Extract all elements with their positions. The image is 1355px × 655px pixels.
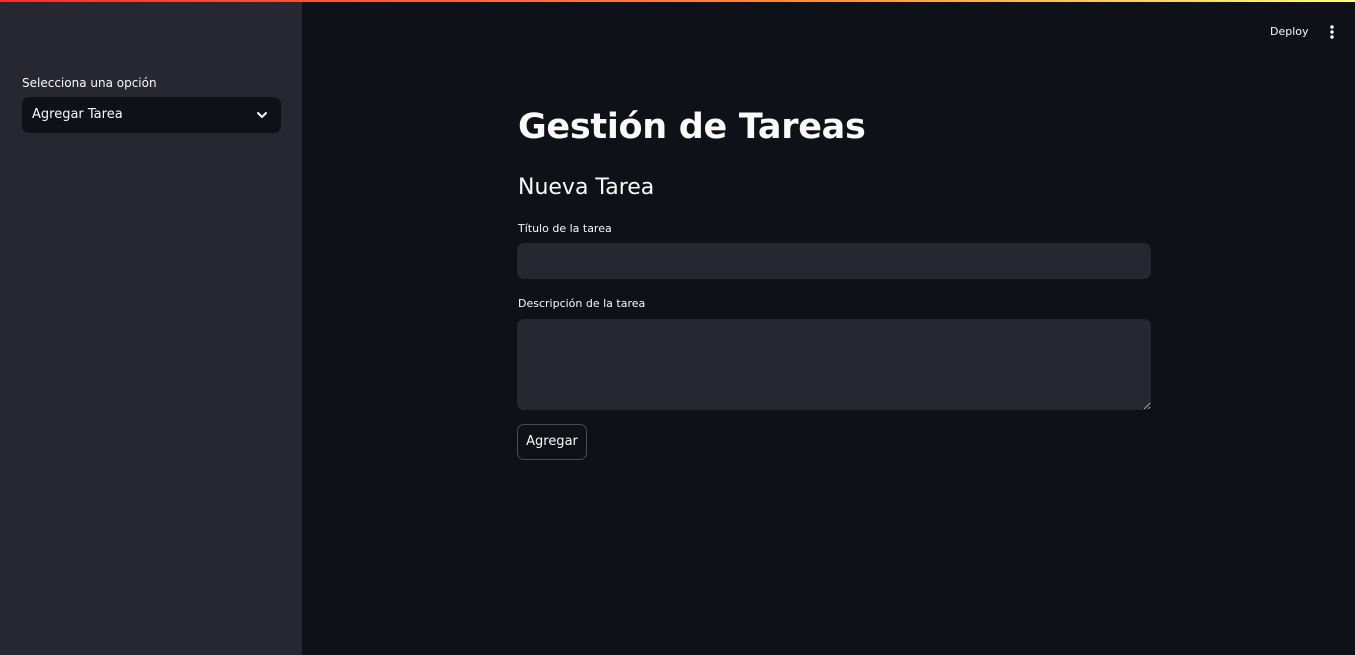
- chevron-down-icon: [257, 112, 267, 118]
- section-title: Nueva Tarea: [518, 175, 655, 200]
- task-title-label: Título de la tarea: [518, 222, 612, 235]
- sidebar: Selecciona una opción Agregar Tarea: [0, 0, 302, 655]
- option-select[interactable]: Agregar Tarea: [22, 97, 281, 133]
- task-description-textarea[interactable]: [517, 319, 1151, 410]
- task-title-input[interactable]: [517, 243, 1151, 279]
- option-select-label: Selecciona una opción: [22, 76, 157, 90]
- vertical-ellipsis-icon[interactable]: [1322, 22, 1342, 42]
- app-top-accent-bar: [0, 0, 1355, 2]
- option-select-value: Agregar Tarea: [32, 107, 123, 122]
- task-description-label: Descripción de la tarea: [518, 297, 646, 310]
- deploy-button[interactable]: Deploy: [1262, 22, 1317, 42]
- add-task-button[interactable]: Agregar: [517, 424, 587, 460]
- page-title: Gestión de Tareas: [518, 107, 866, 147]
